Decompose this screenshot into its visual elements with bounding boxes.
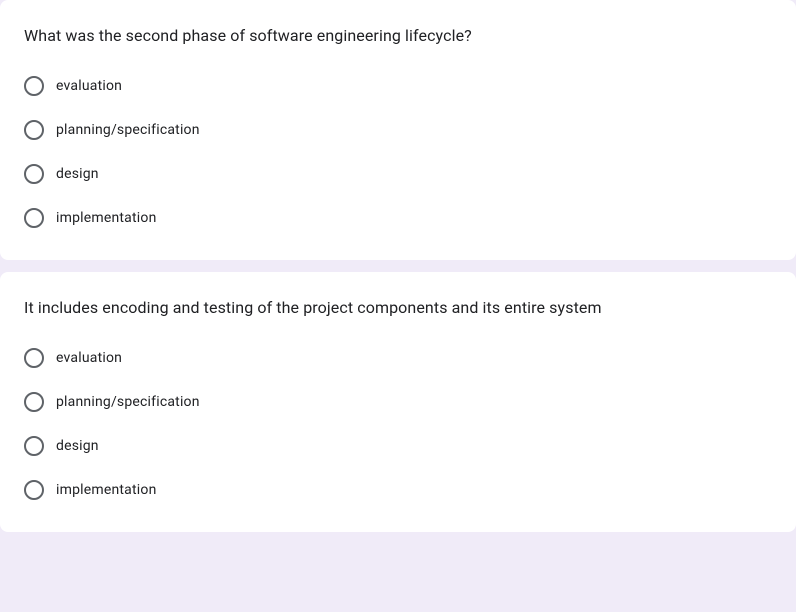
option-row[interactable]: evaluation [24, 68, 772, 104]
option-row[interactable]: planning/specification [24, 112, 772, 148]
option-row[interactable]: evaluation [24, 340, 772, 376]
option-row[interactable]: implementation [24, 472, 772, 508]
option-label: design [56, 166, 99, 182]
option-label: implementation [56, 482, 157, 498]
option-label: planning/specification [56, 394, 200, 410]
option-label: evaluation [56, 78, 122, 94]
radio-icon [24, 164, 44, 184]
question-card: What was the second phase of software en… [0, 0, 796, 260]
option-row[interactable]: implementation [24, 200, 772, 236]
question-prompt: It includes encoding and testing of the … [24, 296, 772, 320]
question-prompt: What was the second phase of software en… [24, 24, 772, 48]
question-card: It includes encoding and testing of the … [0, 272, 796, 532]
option-row[interactable]: planning/specification [24, 384, 772, 420]
option-row[interactable]: design [24, 428, 772, 464]
radio-icon [24, 436, 44, 456]
radio-icon [24, 392, 44, 412]
radio-icon [24, 120, 44, 140]
option-label: planning/specification [56, 122, 200, 138]
options-group: evaluation planning/specification design… [24, 340, 772, 508]
radio-icon [24, 208, 44, 228]
option-label: implementation [56, 210, 157, 226]
option-label: evaluation [56, 350, 122, 366]
radio-icon [24, 480, 44, 500]
radio-icon [24, 76, 44, 96]
option-label: design [56, 438, 99, 454]
option-row[interactable]: design [24, 156, 772, 192]
radio-icon [24, 348, 44, 368]
options-group: evaluation planning/specification design… [24, 68, 772, 236]
